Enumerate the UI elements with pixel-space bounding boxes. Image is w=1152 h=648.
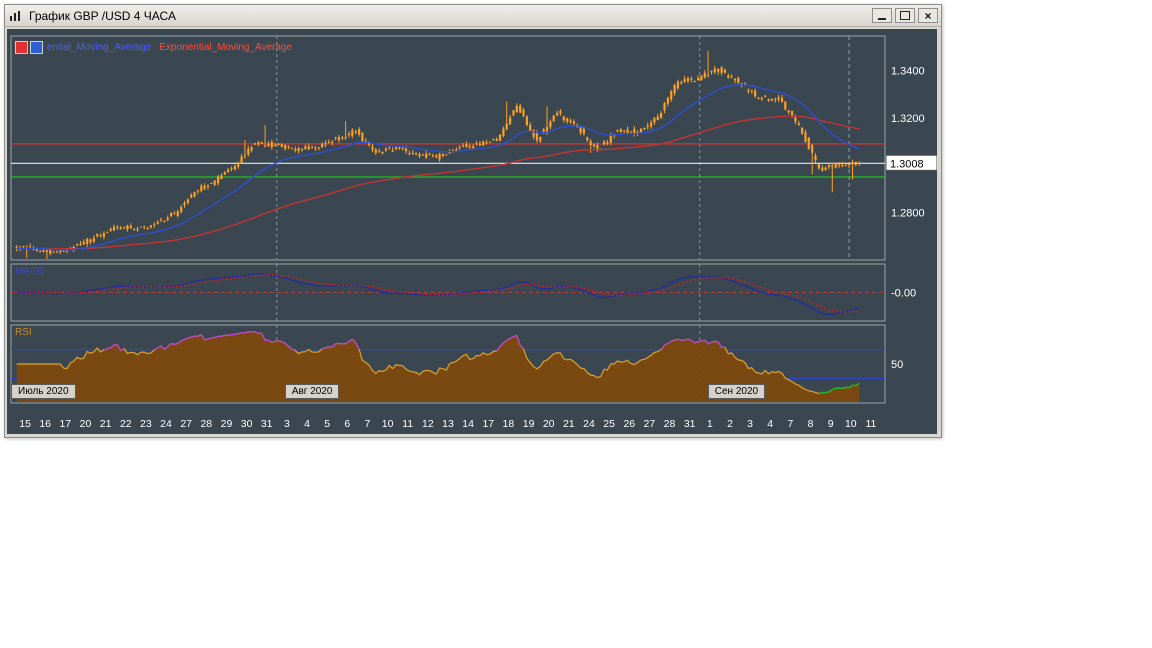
date-label: 28 bbox=[200, 418, 212, 430]
legend-swatch-red[interactable] bbox=[15, 41, 28, 54]
month-marker: Сен 2020 bbox=[707, 384, 766, 399]
panel-border bbox=[10, 35, 886, 261]
close-icon: × bbox=[924, 8, 932, 23]
date-label: 7 bbox=[364, 418, 370, 430]
date-label: 8 bbox=[808, 418, 814, 430]
month-marker: Июль 2020 bbox=[11, 384, 76, 399]
date-label: 7 bbox=[787, 418, 793, 430]
date-label: 12 bbox=[422, 418, 434, 430]
current-price-label: 1.3008 bbox=[890, 158, 924, 170]
date-label: 14 bbox=[462, 418, 474, 430]
legend-ema-slow-label: Exponential_Moving_Average bbox=[159, 42, 293, 53]
indicator-legend: ential_Moving_Average Exponential_Moving… bbox=[15, 41, 292, 54]
window-controls: × bbox=[869, 8, 938, 23]
chart-icon bbox=[9, 9, 25, 23]
date-label: 2 bbox=[727, 418, 733, 430]
date-label: 10 bbox=[845, 418, 857, 430]
date-label: 31 bbox=[261, 418, 273, 430]
date-label: 10 bbox=[382, 418, 394, 430]
rsi-label: RSI bbox=[15, 327, 32, 338]
month-marker: Авг 2020 bbox=[284, 384, 340, 399]
date-label: 9 bbox=[828, 418, 834, 430]
macd-scale-label: -0.00 bbox=[891, 288, 916, 300]
minimize-icon bbox=[878, 18, 886, 20]
date-label: 18 bbox=[503, 418, 515, 430]
desktop: График GBP /USD 4 ЧАСА × 1.3400 1.3200 1.2… bbox=[0, 0, 1152, 648]
chart-canvas[interactable]: 1.34001.32001.28001.3008-0.005015 16 17 20 2… bbox=[7, 29, 938, 434]
date-label: 6 bbox=[344, 418, 350, 430]
date-label: 27 bbox=[644, 418, 656, 430]
date-label: 30 bbox=[241, 418, 253, 430]
date-label: 31 bbox=[684, 418, 696, 430]
date-label: 25 bbox=[603, 418, 615, 430]
candles-series bbox=[15, 50, 861, 260]
date-label: 1 bbox=[707, 418, 713, 430]
ema-fast-line bbox=[16, 84, 860, 251]
date-label: 19 bbox=[523, 418, 535, 430]
price-scale-label: 1.2800 bbox=[891, 208, 925, 220]
date-label: 21 bbox=[100, 418, 112, 430]
date-label: 26 bbox=[623, 418, 635, 430]
date-label: 29 bbox=[221, 418, 233, 430]
chart-window: График GBP /USD 4 ЧАСА × 1.3400 1.3200 1.2… bbox=[4, 4, 942, 438]
date-label: 24 bbox=[583, 418, 595, 430]
date-label: 13 bbox=[442, 418, 454, 430]
ema-slow-line bbox=[16, 115, 860, 250]
restore-button[interactable] bbox=[895, 8, 915, 23]
window-titlebar[interactable]: График GBP /USD 4 ЧАСА × bbox=[5, 5, 941, 27]
date-label: 22 bbox=[120, 418, 132, 430]
date-label: 28 bbox=[664, 418, 676, 430]
macd-signal-line bbox=[16, 274, 860, 313]
date-label: 27 bbox=[180, 418, 192, 430]
date-label: 11 bbox=[402, 418, 413, 430]
date-label: 21 bbox=[563, 418, 575, 430]
date-label: 11 bbox=[865, 418, 876, 430]
legend-ema-fast-label: ential_Moving_Average bbox=[47, 42, 152, 53]
date-label: 4 bbox=[304, 418, 310, 430]
date-label: 3 bbox=[284, 418, 290, 430]
date-label: 4 bbox=[767, 418, 773, 430]
date-label: 17 bbox=[59, 418, 71, 430]
legend-swatch-blue[interactable] bbox=[30, 41, 43, 54]
macd-line bbox=[16, 273, 860, 316]
rsi-scale-label: 50 bbox=[891, 359, 903, 371]
date-label: 15 bbox=[19, 418, 31, 430]
date-label: 24 bbox=[160, 418, 172, 430]
date-label: 23 bbox=[140, 418, 152, 430]
minimize-button[interactable] bbox=[872, 8, 892, 23]
date-label: 20 bbox=[80, 418, 92, 430]
close-button[interactable]: × bbox=[918, 8, 938, 23]
macd-label: MACD bbox=[15, 266, 45, 277]
date-label: 5 bbox=[324, 418, 330, 430]
chart-client-area: 1.3400 1.3200 1.2800 1.3008 -0.00 50 15 16 17 20 2… bbox=[7, 29, 938, 434]
macd-series bbox=[16, 273, 860, 316]
date-label: 17 bbox=[482, 418, 494, 430]
window-title: График GBP /USD 4 ЧАСА bbox=[29, 8, 176, 23]
restore-icon bbox=[900, 11, 910, 20]
price-scale-label: 1.3400 bbox=[891, 65, 925, 77]
price-scale-label: 1.3200 bbox=[891, 113, 925, 125]
date-label: 3 bbox=[747, 418, 753, 430]
date-label: 16 bbox=[39, 418, 51, 430]
date-label: 20 bbox=[543, 418, 555, 430]
